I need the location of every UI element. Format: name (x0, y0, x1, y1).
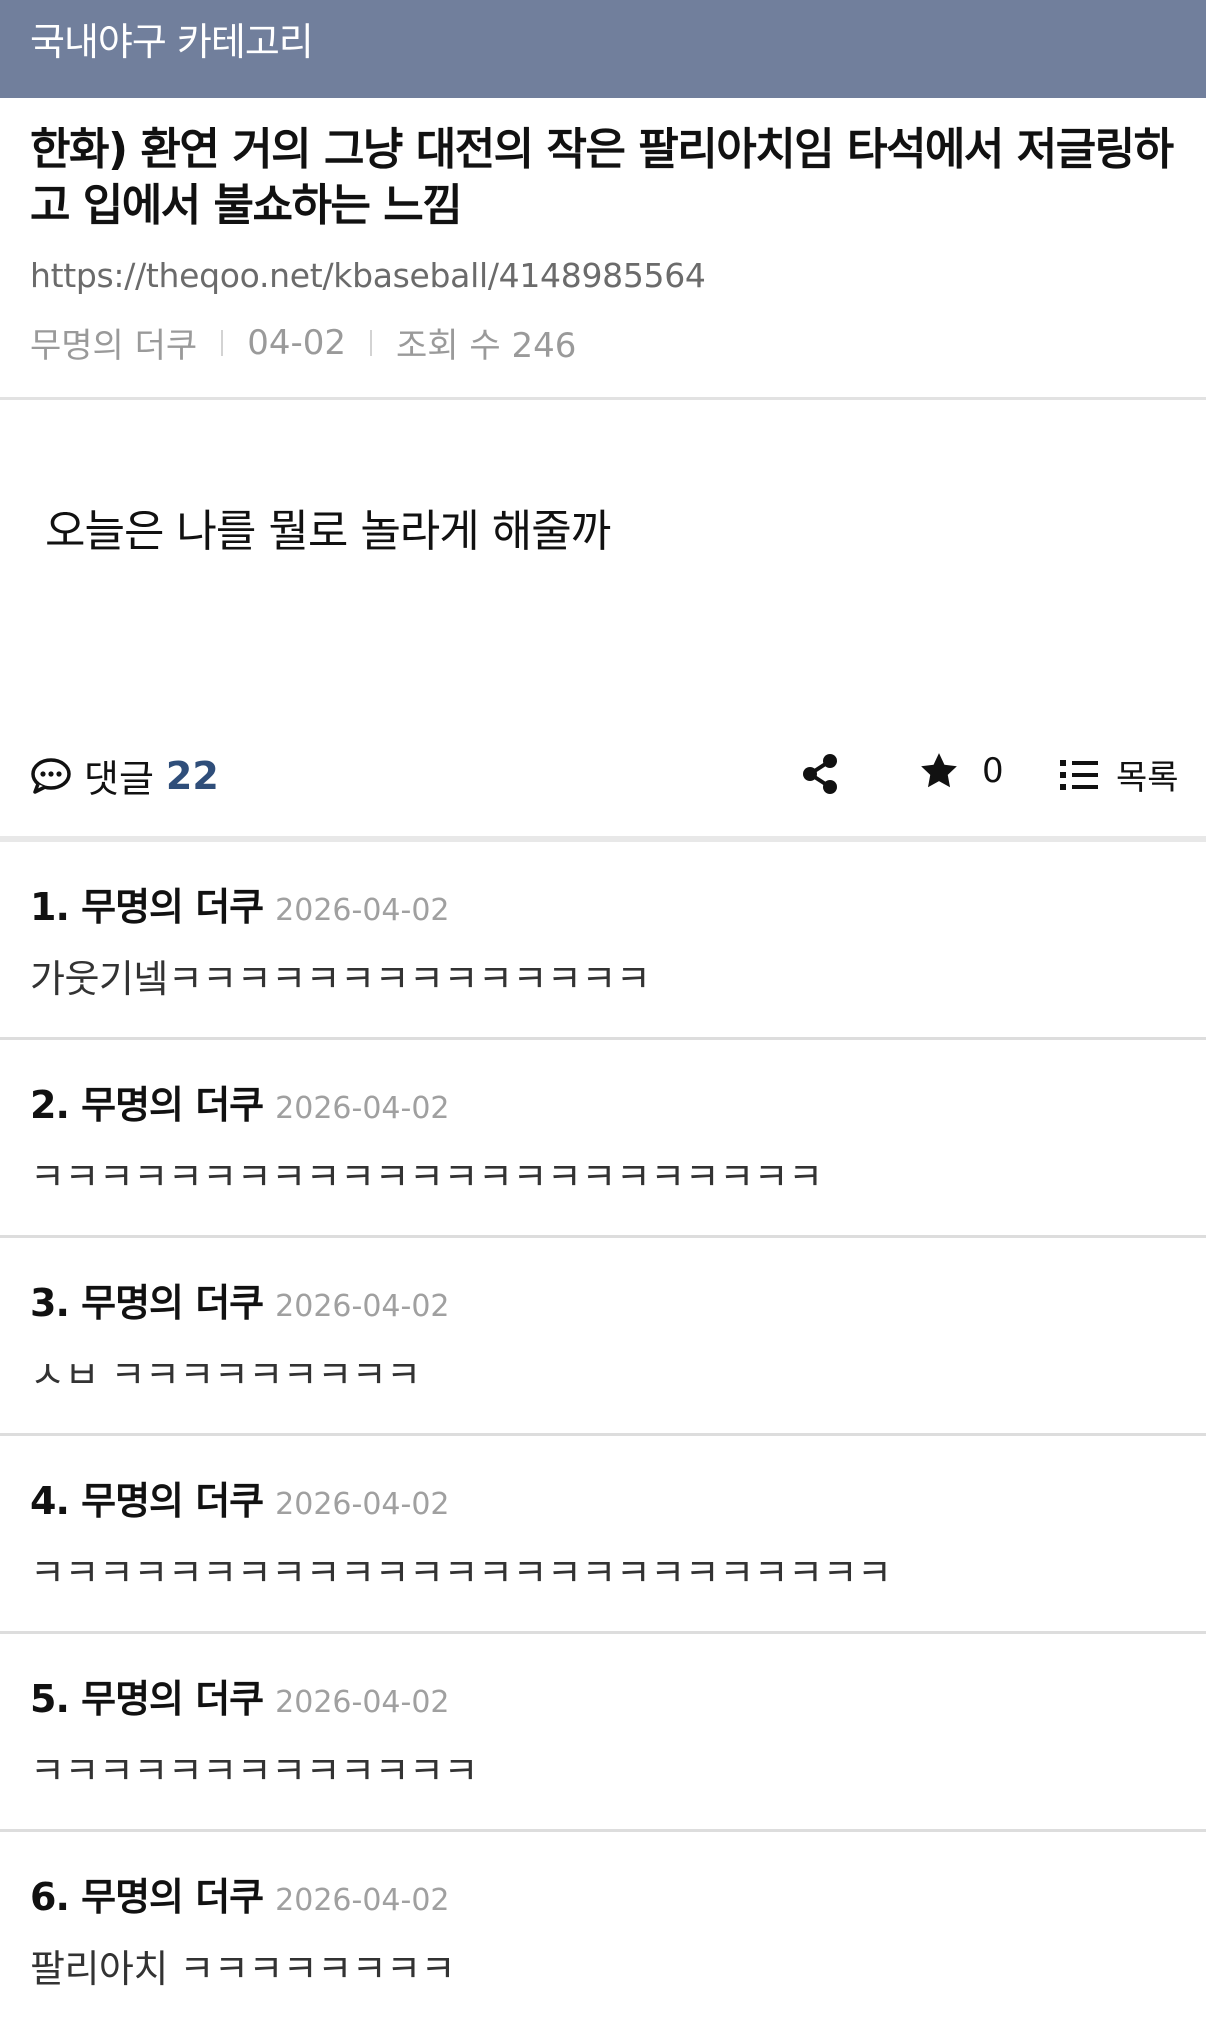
comment-count-button[interactable]: 댓글 22 (30, 748, 219, 803)
list-icon (1060, 759, 1098, 790)
comment-date: 2026-04-02 (275, 1685, 450, 1720)
comment-author: 5. 무명의 더쿠 (30, 1677, 264, 1721)
post-meta: 무명의 더쿠 04-02 조회 수 246 (30, 318, 576, 367)
comment-date: 2026-04-02 (275, 1289, 450, 1324)
category-bar[interactable]: 국내야구 카테고리 (0, 0, 1206, 98)
post-title: 한화) 환연 거의 그냥 대전의 작은 팔리아치임 타석에서 저글링하고 입에서… (30, 124, 1174, 231)
list-button[interactable]: 목록 (1060, 750, 1179, 799)
speech-bubble-icon (31, 757, 71, 794)
star-button[interactable]: 0 (918, 750, 1004, 792)
comment-author: 1. 무명의 더쿠 (30, 885, 264, 929)
comment-head: 1. 무명의 더쿠 2026-04-02 (30, 876, 450, 931)
comment-text: ㅋㅋㅋㅋㅋㅋㅋㅋㅋㅋㅋㅋㅋㅋㅋㅋㅋㅋㅋㅋㅋㅋㅋ (30, 1155, 823, 1199)
comment-date: 2026-04-02 (275, 1091, 450, 1126)
list-label: 목록 (1116, 758, 1179, 798)
comment-item: 3. 무명의 더쿠 2026-04-02 ㅅㅂ ㅋㅋㅋㅋㅋㅋㅋㅋㅋ (0, 1238, 1206, 1436)
comment-head: 6. 무명의 더쿠 2026-04-02 (30, 1866, 450, 1921)
comment-label: 댓글 (84, 757, 154, 801)
comment-text: 팔리아치 ㅋㅋㅋㅋㅋㅋㅋㅋ (30, 1947, 456, 1991)
comment-text: ㅅㅂ ㅋㅋㅋㅋㅋㅋㅋㅋㅋ (30, 1353, 421, 1397)
post-url[interactable]: https://theqoo.net/kbaseball/4148985564 (30, 256, 706, 295)
comment-item: 6. 무명의 더쿠 2026-04-02 팔리아치 ㅋㅋㅋㅋㅋㅋㅋㅋ (0, 1832, 1206, 2030)
comment-head: 4. 무명의 더쿠 2026-04-02 (30, 1470, 450, 1525)
category-label[interactable]: 국내야구 카테고리 (30, 20, 314, 64)
comment-text: ㅋㅋㅋㅋㅋㅋㅋㅋㅋㅋㅋㅋㅋ (30, 1749, 478, 1793)
comment-text: ㅋㅋㅋㅋㅋㅋㅋㅋㅋㅋㅋㅋㅋㅋㅋㅋㅋㅋㅋㅋㅋㅋㅋㅋㅋ (30, 1551, 892, 1595)
meta-divider (221, 329, 224, 356)
comment-author: 3. 무명의 더쿠 (30, 1281, 264, 1325)
post-views: 조회 수 246 (396, 326, 577, 366)
comment-count: 22 (165, 753, 219, 798)
comment-text: 가웃기넼ㅋㅋㅋㅋㅋㅋㅋㅋㅋㅋㅋㅋㅋㅋ (30, 957, 651, 1001)
star-count: 0 (982, 751, 1004, 791)
comment-head: 2. 무명의 더쿠 2026-04-02 (30, 1074, 450, 1129)
comment-date: 2026-04-02 (275, 893, 450, 928)
comment-date: 2026-04-02 (275, 1487, 450, 1522)
comment-author: 4. 무명의 더쿠 (30, 1479, 264, 1523)
comment-date: 2026-04-02 (275, 1883, 450, 1918)
comment-item: 5. 무명의 더쿠 2026-04-02 ㅋㅋㅋㅋㅋㅋㅋㅋㅋㅋㅋㅋㅋ (0, 1634, 1206, 1832)
meta-divider (370, 329, 373, 356)
comment-item: 1. 무명의 더쿠 2026-04-02 가웃기넼ㅋㅋㅋㅋㅋㅋㅋㅋㅋㅋㅋㅋㅋㅋ (0, 842, 1206, 1040)
comment-item: 4. 무명의 더쿠 2026-04-02 ㅋㅋㅋㅋㅋㅋㅋㅋㅋㅋㅋㅋㅋㅋㅋㅋㅋㅋㅋ… (0, 1436, 1206, 1634)
share-button[interactable] (800, 752, 840, 796)
post-body: 오늘은 나를 뭘로 놀라게 해줄까 (45, 506, 611, 557)
post-header: 한화) 환연 거의 그냥 대전의 작은 팔리아치임 타석에서 저글링하고 입에서… (0, 98, 1206, 400)
post-author: 무명의 더쿠 (30, 326, 198, 366)
action-bar: 댓글 22 0 목록 (0, 738, 1206, 810)
comment-item: 2. 무명의 더쿠 2026-04-02 ㅋㅋㅋㅋㅋㅋㅋㅋㅋㅋㅋㅋㅋㅋㅋㅋㅋㅋㅋ… (0, 1040, 1206, 1238)
comment-head: 3. 무명의 더쿠 2026-04-02 (30, 1272, 450, 1327)
comment-head: 5. 무명의 더쿠 2026-04-02 (30, 1668, 450, 1723)
comment-list: 1. 무명의 더쿠 2026-04-02 가웃기넼ㅋㅋㅋㅋㅋㅋㅋㅋㅋㅋㅋㅋㅋㅋ … (0, 842, 1206, 2030)
comment-author: 6. 무명의 더쿠 (30, 1875, 264, 1919)
share-icon (803, 754, 837, 794)
star-icon (921, 753, 957, 788)
comment-author: 2. 무명의 더쿠 (30, 1083, 264, 1127)
post-date: 04-02 (247, 322, 347, 363)
